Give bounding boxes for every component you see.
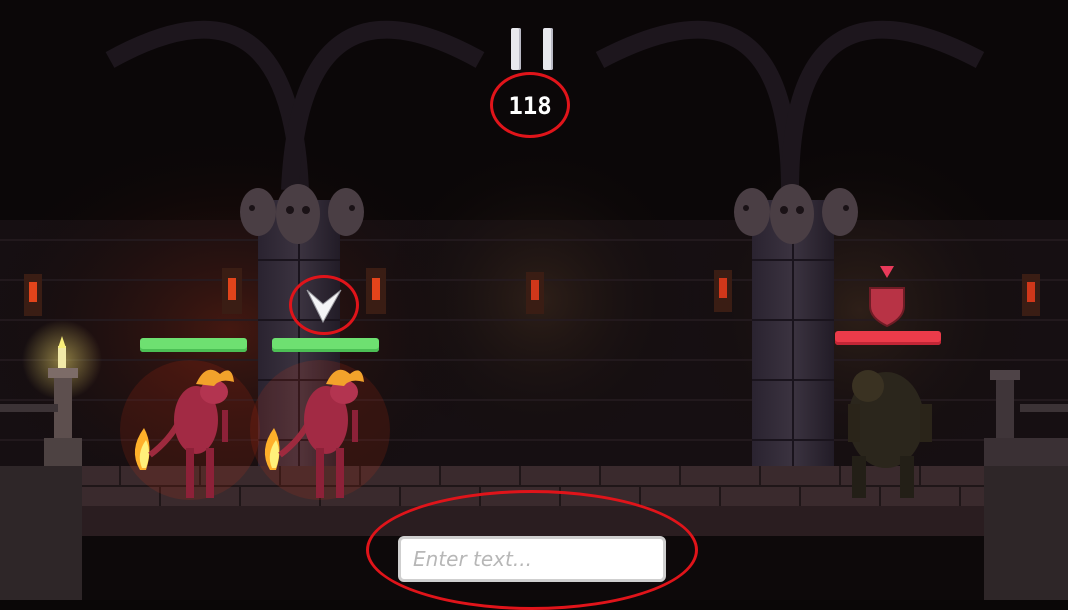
pause-icon — [543, 28, 553, 70]
ally-2-health-bar — [272, 338, 379, 352]
text-input[interactable] — [398, 536, 666, 582]
ally-1-health-bar — [140, 338, 247, 352]
ally-1-target[interactable] — [130, 360, 250, 500]
enemy-target[interactable] — [836, 360, 946, 500]
enemy-health-bar — [835, 331, 941, 345]
pause-button[interactable] — [511, 28, 553, 70]
selection-highlight-ring — [289, 275, 359, 335]
counter-highlight-ring — [490, 72, 570, 138]
ally-2-target[interactable] — [262, 360, 382, 500]
pause-icon — [511, 28, 521, 70]
